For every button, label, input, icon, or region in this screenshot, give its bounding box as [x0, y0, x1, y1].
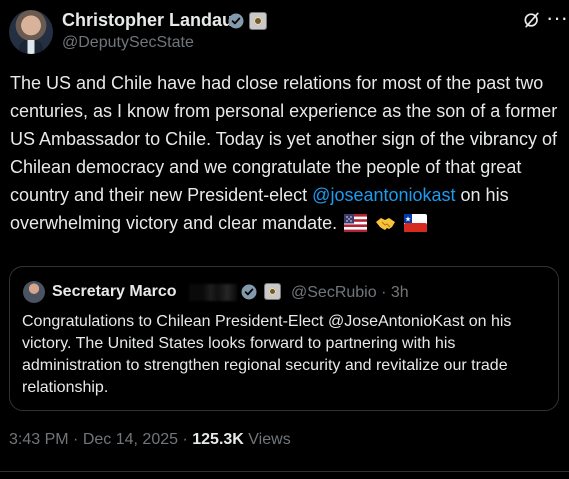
- tweet-date[interactable]: Dec 14, 2025: [83, 431, 178, 448]
- quoted-avatar[interactable]: [23, 281, 45, 303]
- handshake-icon: [376, 218, 396, 230]
- separator-dot: ·: [381, 284, 387, 301]
- verified-check-icon: [241, 284, 257, 300]
- grok-icon[interactable]: [522, 10, 542, 30]
- quoted-body: Congratulations to Chilean President-Ele…: [22, 313, 512, 396]
- quoted-meta: @SecRubio · 3h: [291, 284, 409, 302]
- author-name[interactable]: Christopher Landau: [62, 10, 233, 31]
- tweet-time[interactable]: 3:43 PM: [9, 431, 69, 448]
- us-flag-icon: [344, 214, 368, 232]
- verified-check-icon: [228, 13, 244, 29]
- more-icon[interactable]: ···: [546, 7, 568, 29]
- government-seal-icon: [264, 283, 281, 300]
- separator-dot: ·: [73, 431, 79, 448]
- author-handle[interactable]: @DeputySecState: [62, 34, 194, 52]
- redacted-name-blur: [189, 284, 237, 301]
- quoted-handle[interactable]: @SecRubio: [291, 284, 377, 301]
- quoted-tweet[interactable]: Secretary Marco @SecRubio · 3h Congratul…: [9, 266, 559, 411]
- quoted-time[interactable]: 3h: [391, 284, 409, 301]
- avatar[interactable]: [9, 10, 53, 54]
- chile-flag-icon: [404, 214, 428, 232]
- views-count: 125.3K: [192, 431, 244, 448]
- tweet-body: The US and Chile have had close relation…: [10, 69, 561, 237]
- divider: [0, 471, 569, 472]
- quoted-author-name[interactable]: Secretary Marco: [52, 283, 177, 301]
- separator-dot: ·: [182, 431, 188, 448]
- tweet-footer: 3:43 PM · Dec 14, 2025 · 125.3K Views: [9, 431, 291, 449]
- views-label: Views: [248, 431, 291, 448]
- government-seal-icon: [249, 12, 267, 30]
- mention-link[interactable]: @joseantoniokast: [312, 185, 455, 205]
